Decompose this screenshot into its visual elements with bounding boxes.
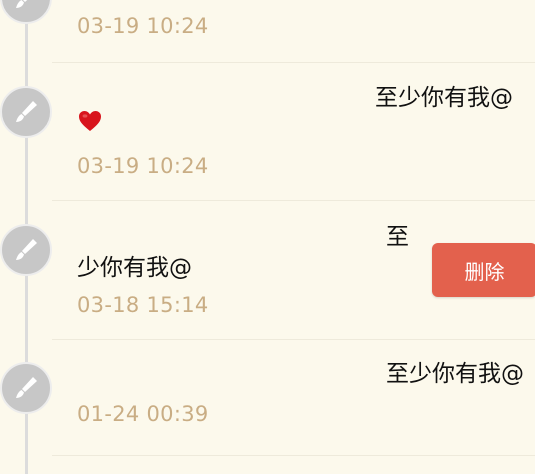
- message-text: 至: [386, 224, 409, 250]
- divider: [52, 455, 535, 456]
- brush-icon: [0, 0, 52, 24]
- delete-button[interactable]: 删除: [432, 243, 535, 297]
- timestamp: 03-19 10:24: [77, 154, 209, 178]
- divider: [52, 200, 535, 201]
- message-text: 至少你有我@: [375, 85, 513, 111]
- message-text: 少你有我@: [77, 255, 192, 281]
- brush-icon: [0, 362, 52, 414]
- brush-icon: [0, 86, 52, 138]
- timestamp: 03-19 10:24: [77, 14, 209, 38]
- brush-icon: [0, 224, 52, 276]
- timestamp: 03-18 15:14: [77, 293, 209, 317]
- timestamp: 01-24 00:39: [77, 402, 209, 426]
- divider: [52, 339, 535, 340]
- message-text: 至少你有我@: [386, 361, 524, 387]
- divider: [52, 62, 535, 63]
- heart-icon: [79, 111, 101, 131]
